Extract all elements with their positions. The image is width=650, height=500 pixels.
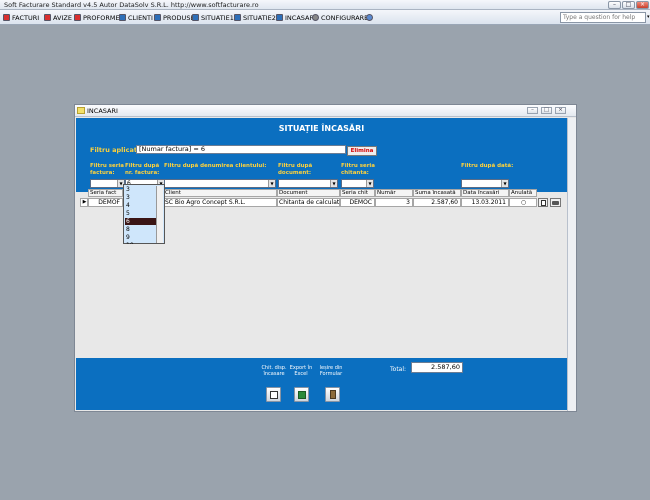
menu-bar: FACTURI AVIZE PROFORME CLIENTI PRODUSE S…: [0, 10, 650, 25]
filter-data-label: Filtru după dată:: [461, 163, 514, 169]
chevron-down-icon[interactable]: ▼: [330, 180, 337, 187]
elimina-button[interactable]: Elimina: [347, 146, 377, 156]
chevron-down-icon[interactable]: ▼: [501, 180, 508, 187]
header-panel: SITUAȚIE ÎNCASĂRI Filtru aplicat: [Numar…: [76, 118, 567, 192]
dropdown-scrollbar[interactable]: [156, 186, 163, 243]
dropdown-item[interactable]: 9: [125, 234, 157, 241]
avize-icon: [44, 14, 51, 21]
total-value-field: 2.587,60: [411, 362, 463, 373]
col-document[interactable]: Document: [277, 189, 340, 197]
situatie1-icon: [192, 14, 199, 21]
window-title: INCASARI: [87, 107, 118, 115]
gear-icon: [312, 14, 319, 21]
incasari-icon: [276, 14, 283, 21]
col-client[interactable]: Client: [163, 189, 277, 197]
produse-icon: [154, 14, 161, 21]
menu-item-facturi[interactable]: FACTURI: [3, 12, 39, 23]
cell-seria-chit[interactable]: DEMOC: [340, 198, 375, 207]
cell-document[interactable]: Chitanta de calculator: [277, 198, 340, 207]
dropdown-item[interactable]: 3: [125, 186, 157, 193]
clienti-icon: [119, 14, 126, 21]
filter-client-combo[interactable]: ▼: [164, 179, 276, 188]
filter-applied-field[interactable]: [Numar factura] = 6: [136, 145, 346, 154]
minimize-button[interactable]: –: [608, 1, 621, 9]
help-search-input[interactable]: Type a question for help: [560, 12, 646, 23]
help-dropdown-icon[interactable]: ▾: [647, 14, 650, 20]
document-icon[interactable]: [538, 198, 548, 207]
window-close-button[interactable]: ×: [555, 107, 566, 114]
menu-item-produse[interactable]: PRODUSE: [154, 12, 195, 23]
dropdown-item[interactable]: 8: [125, 226, 157, 233]
menu-item-incasari[interactable]: INCASARI: [276, 12, 316, 23]
dropdown-item-selected[interactable]: 6: [125, 218, 157, 225]
menu-extra-icon[interactable]: [366, 12, 373, 23]
cell-client[interactable]: SC Bio Agro Concept S.R.L.: [163, 198, 277, 207]
export-excel-button[interactable]: [294, 387, 309, 402]
col-data-incasari[interactable]: Data încasări: [461, 189, 509, 197]
col-suma-incasata[interactable]: Suma încasată: [413, 189, 461, 197]
window-title-bar: INCASARI – □ ×: [75, 105, 576, 117]
window-vertical-scrollbar[interactable]: [567, 118, 576, 411]
app-title: Soft Facturare Standard v4.5 Autor DataS…: [4, 1, 259, 9]
chit-disp-button[interactable]: [266, 387, 281, 402]
dropdown-item[interactable]: 4: [125, 202, 157, 209]
filter-client-label: Filtru după denumirea clientului:: [164, 163, 267, 169]
edit-icon: [269, 390, 278, 399]
menu-item-clienti[interactable]: CLIENTI: [119, 12, 153, 23]
footer-panel: Chit. disp. încasare Export în Excel Ieș…: [76, 358, 567, 410]
col-numar[interactable]: Număr: [375, 189, 413, 197]
menu-item-situatie2[interactable]: SITUATIE2: [234, 12, 276, 23]
cell-numar[interactable]: 3: [375, 198, 413, 207]
maximize-button[interactable]: □: [622, 1, 635, 9]
menu-item-situatie1[interactable]: SITUATIE1: [192, 12, 234, 23]
filter-document-combo[interactable]: ▼: [278, 179, 338, 188]
cell-data[interactable]: 13.03.2011: [461, 198, 509, 207]
page-title: SITUAȚIE ÎNCASĂRI: [278, 124, 365, 133]
printer-icon[interactable]: [550, 198, 561, 207]
filter-document-label: Filtru după document:: [278, 163, 313, 176]
window-minimize-button[interactable]: –: [527, 107, 538, 114]
nr-factura-dropdown[interactable]: 3 3 4 5 6 8 9 10: [123, 184, 165, 244]
form-icon: [77, 107, 85, 114]
chevron-down-icon[interactable]: ▼: [268, 180, 275, 187]
help-icon: [366, 14, 373, 21]
dropdown-item[interactable]: 5: [125, 210, 157, 217]
excel-icon: [297, 390, 306, 399]
app-title-bar: Soft Facturare Standard v4.5 Autor DataS…: [0, 0, 650, 10]
iesire-label: Ieșire din Formular: [319, 365, 343, 377]
menu-item-avize[interactable]: AVIZE: [44, 12, 72, 23]
filter-seria-factura-combo[interactable]: ▼: [90, 179, 125, 188]
window-restore-button[interactable]: □: [541, 107, 552, 114]
dropdown-item[interactable]: 10: [125, 242, 157, 244]
cell-suma[interactable]: 2.587,60: [413, 198, 461, 207]
dropdown-item[interactable]: 3: [125, 194, 157, 201]
col-anulata[interactable]: Anulată: [509, 189, 537, 197]
facturi-icon: [3, 14, 10, 21]
cell-seria-fact[interactable]: DEMOF: [88, 198, 123, 207]
menu-item-proforme[interactable]: PROFORME: [74, 12, 120, 23]
exit-door-icon: [329, 390, 336, 399]
filter-data-combo[interactable]: ▼: [461, 179, 509, 188]
incasari-window: INCASARI – □ × SITUAȚIE ÎNCASĂRI Filtru …: [74, 104, 577, 412]
col-seria-chit[interactable]: Seria chit: [340, 189, 375, 197]
filter-seria-factura-label: Filtru seria factura:: [90, 163, 125, 176]
chevron-down-icon[interactable]: ▼: [366, 180, 373, 187]
cell-anulata-radio[interactable]: ○: [509, 198, 537, 207]
close-button[interactable]: ×: [636, 1, 649, 9]
filter-applied-label: Filtru aplicat:: [90, 146, 140, 154]
filter-seria-chitanta-label: Filtru seria chitanta:: [341, 163, 376, 176]
row-selector-icon[interactable]: ▶: [80, 198, 88, 207]
total-label: Total:: [390, 366, 407, 373]
proforme-icon: [74, 14, 81, 21]
filter-nr-factura-label: Filtru după nr. factura:: [125, 163, 160, 176]
filter-seria-chitanta-combo[interactable]: ▼: [341, 179, 374, 188]
menu-item-configurare[interactable]: CONFIGURARE: [312, 12, 368, 23]
col-seria-fact[interactable]: Seria fact: [88, 189, 123, 197]
iesire-button[interactable]: [325, 387, 340, 402]
situatie2-icon: [234, 14, 241, 21]
